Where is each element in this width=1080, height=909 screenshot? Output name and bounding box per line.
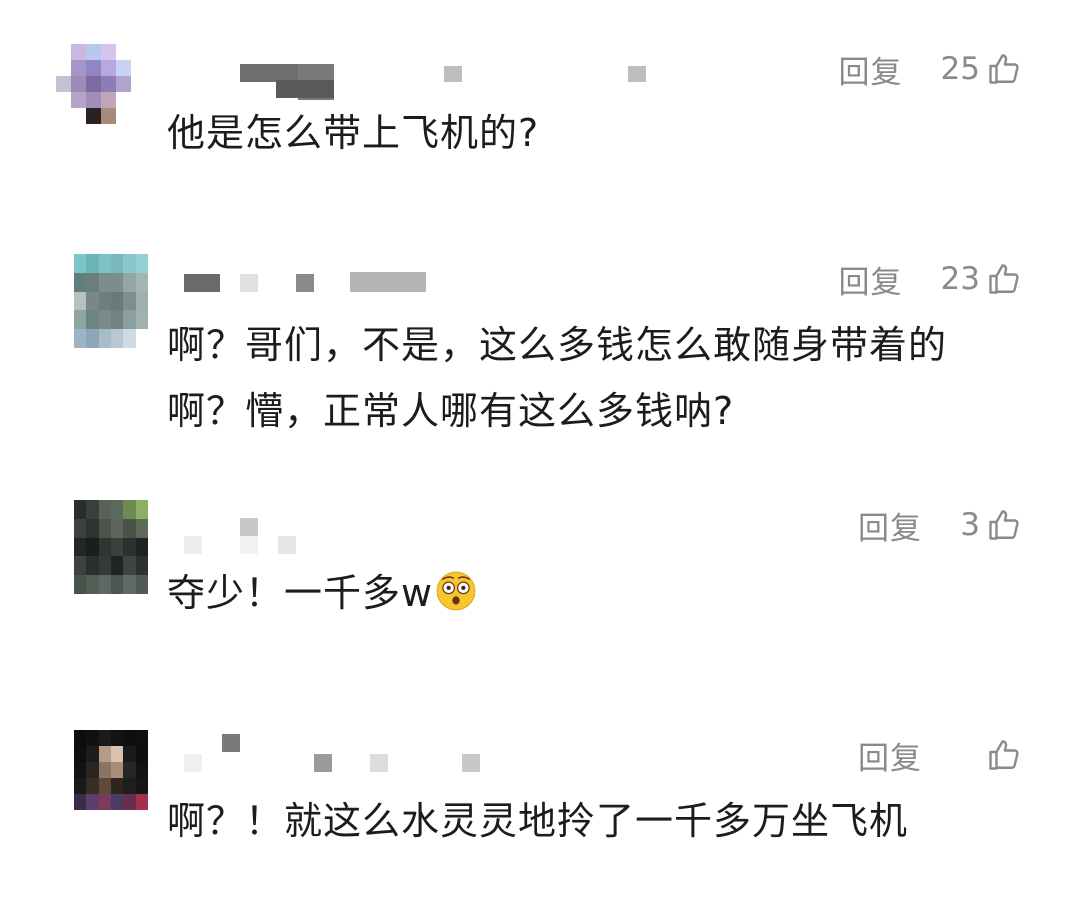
reply-button[interactable]: 回复 [839,257,903,302]
reply-button[interactable]: 回复 [839,47,903,92]
comment-text: 啊？！就这么水灵灵地拎了一千多万坐飞机 [167,799,909,843]
like-count: 25 [940,51,980,87]
like-count: 23 [940,261,980,297]
thumbs-up-icon[interactable] [986,507,1022,543]
reply-button[interactable]: 回复 [858,503,922,548]
thumbs-up-icon[interactable] [986,261,1022,297]
comment-text-content: 夺少！一千多w [167,571,434,615]
astonished-face-emoji-icon [436,571,476,611]
comment-text: 夺少！一千多w [167,560,1027,626]
thumbs-up-icon[interactable] [986,737,1022,773]
comment-text: 他是怎么带上飞机的? [167,111,540,155]
like-count: 3 [960,507,980,543]
thumbs-up-icon[interactable] [986,51,1022,87]
reply-button[interactable]: 回复 [858,733,922,778]
comment-text: 啊？哥们，不是，这么多钱怎么敢随身带着的啊？懵，正常人哪有这么多钱呐? [167,323,948,433]
